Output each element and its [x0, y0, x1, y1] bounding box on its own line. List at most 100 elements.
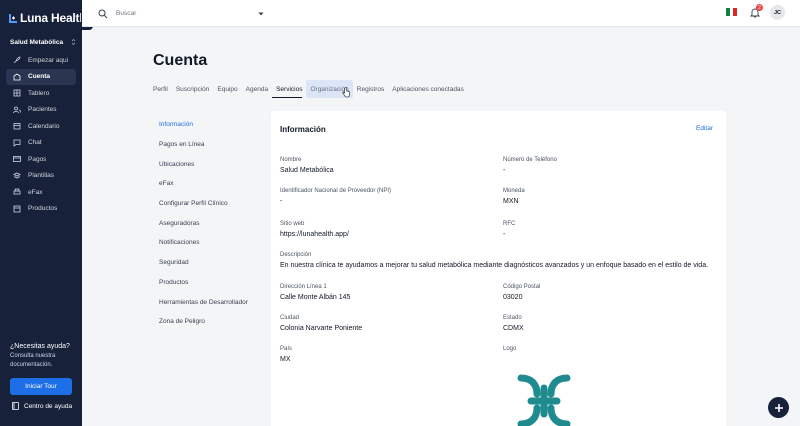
field-ciudad: Ciudad Colonia Narvarte Poniente [280, 315, 362, 332]
field-label: RFC [503, 221, 516, 227]
sidebar-item-pagos[interactable]: Pagos [6, 151, 76, 167]
field-direccion: Dirección Línea 1 Calle Monte Albán 145 [280, 284, 350, 301]
organization-logo [517, 374, 571, 426]
help-section: ¿Necesitas ayuda? Consulta nuestra docum… [10, 343, 76, 369]
tab-bar: Perfil Suscripción Equipo Agenda Servici… [153, 80, 468, 98]
sidebar-item-label: Plantillas [28, 172, 55, 179]
information-card: Información Editar Nombre Salud Metabóli… [271, 111, 726, 426]
tab-agenda[interactable]: Agenda [242, 80, 272, 98]
sidebar-item-efax[interactable]: eFax [6, 184, 76, 200]
grid-icon [13, 89, 21, 97]
sidebar-item-label: Tablero [28, 89, 50, 97]
luna-logo-icon [9, 13, 17, 23]
subnav-seguridad[interactable]: Seguridad [159, 253, 259, 273]
chevron-updown-icon [71, 38, 76, 46]
users-icon [13, 106, 21, 114]
subnav-ubicaciones[interactable]: Ubicaciones [159, 154, 259, 174]
sidebar-item-tablero[interactable]: Tablero [6, 85, 76, 101]
help-center-label: Centro de ayuda [24, 402, 73, 410]
sidebar-item-label: Pacientes [28, 106, 57, 113]
field-label: Ciudad [280, 315, 300, 321]
sidebar-item-label: Productos [28, 205, 58, 212]
organization-select[interactable]: Salud Metabólica [10, 38, 76, 46]
sidebar-item-label: Pagos [28, 155, 47, 163]
field-label: Dirección Línea 1 [280, 284, 327, 290]
search-box[interactable]: Buscar [98, 6, 264, 21]
building-icon [13, 73, 21, 81]
field-value: Salud Metabólica [280, 167, 334, 174]
layers-icon [13, 172, 21, 180]
tab-registros[interactable]: Registros [353, 80, 388, 98]
sidebar: Luna Health Salud Metabólica Empezar aqu… [0, 0, 87, 426]
box-icon [13, 205, 21, 213]
subnav-perfil-clinico[interactable]: Configurar Perfil Clínico [159, 194, 259, 214]
settings-subnav: Información Pagos en Línea Ubicaciones e… [159, 115, 259, 332]
sidebar-item-empezar[interactable]: Empezar aqui [6, 52, 76, 68]
field-value: CDMX [503, 325, 524, 332]
tab-perfil[interactable]: Perfil [153, 80, 172, 98]
field-value: MXN [503, 198, 519, 205]
field-logo: Logo [503, 346, 516, 356]
sidebar-item-label: Cuenta [28, 73, 51, 80]
chat-icon [13, 139, 21, 147]
sidebar-item-cuenta[interactable]: Cuenta [6, 68, 76, 85]
book-icon [12, 402, 19, 410]
field-npi: Identificador Nacional de Proveedor (NPI… [280, 188, 391, 205]
field-estado: Estado CDMX [503, 315, 524, 332]
field-value: Colonia Narvarte Poniente [280, 325, 363, 332]
field-label: Estado [503, 315, 522, 321]
sidebar-item-plantillas[interactable]: Plantillas [6, 168, 76, 184]
plus-icon [774, 403, 783, 412]
sidebar-item-label: Chat [28, 139, 42, 146]
edit-button[interactable]: Editar [696, 125, 713, 132]
field-telefono: Número de Teléfono - [503, 157, 557, 174]
top-bar: Buscar 2 JC [82, 0, 800, 27]
quick-add-button[interactable] [768, 397, 789, 418]
start-tour-button[interactable]: Iniciar Tour [10, 378, 72, 395]
printer-icon [13, 188, 21, 196]
help-subtitle: Consulta nuestra documentación. [10, 353, 56, 368]
hand-cursor-icon [342, 87, 350, 98]
sidebar-item-label: Calendario [28, 122, 60, 130]
tab-servicios[interactable]: Servicios [272, 80, 306, 98]
field-label: Logo [503, 346, 517, 352]
field-label: Moneda [503, 188, 525, 194]
field-descripcion: Descripción En nuestra clínica te ayudam… [280, 252, 708, 269]
subnav-notificaciones[interactable]: Notificaciones [159, 233, 259, 253]
help-center-link[interactable]: Centro de ayuda [12, 402, 72, 410]
rocket-icon [13, 56, 21, 64]
tab-aplicaciones[interactable]: Aplicaciones conectadas [388, 80, 468, 98]
sidebar-item-label: eFax [28, 188, 43, 196]
avatar[interactable]: JC [770, 5, 785, 20]
sidebar-item-calendario[interactable]: Calendario [6, 118, 76, 134]
field-sitio-web: Sitio web https://lunahealth.app/ [280, 221, 349, 238]
field-value: - [280, 198, 283, 205]
subnav-herramientas[interactable]: Herramientas de Desarrollador [159, 292, 259, 312]
subnav-pagos-en-linea[interactable]: Pagos en Línea [159, 135, 259, 155]
organization-name: Salud Metabólica [10, 38, 64, 46]
sidebar-item-productos[interactable]: Productos [6, 201, 76, 217]
tab-equipo[interactable]: Equipo [213, 80, 241, 98]
tab-suscripcion[interactable]: Suscripción [172, 80, 214, 98]
card-title: Información [280, 125, 326, 134]
field-value: https://lunahealth.app/ [280, 231, 349, 238]
credit-card-icon [13, 155, 21, 163]
notification-badge: 2 [756, 4, 763, 11]
field-moneda: Moneda MXN [503, 188, 525, 205]
sidebar-item-pacientes[interactable]: Pacientes [6, 102, 76, 118]
subnav-zona-de-peligro[interactable]: Zona de Peligro [159, 312, 259, 332]
subnav-efax[interactable]: eFax [159, 174, 259, 194]
subnav-aseguradoras[interactable]: Aseguradoras [159, 213, 259, 233]
search-input[interactable]: Buscar [116, 10, 258, 17]
mexico-flag-icon[interactable] [726, 8, 738, 16]
help-title: ¿Necesitas ayuda? [10, 343, 70, 350]
field-label: Sitio web [280, 221, 305, 227]
subnav-informacion[interactable]: Información [159, 115, 259, 135]
sidebar-item-chat[interactable]: Chat [6, 135, 76, 151]
field-value: MX [280, 356, 291, 363]
app-logo[interactable]: Luna Health [9, 11, 87, 25]
field-value: - [503, 167, 506, 174]
field-rfc: RFC - [503, 221, 515, 238]
subnav-productos[interactable]: Productos [159, 273, 259, 293]
field-label: Identificador Nacional de Proveedor (NPI… [280, 188, 392, 194]
